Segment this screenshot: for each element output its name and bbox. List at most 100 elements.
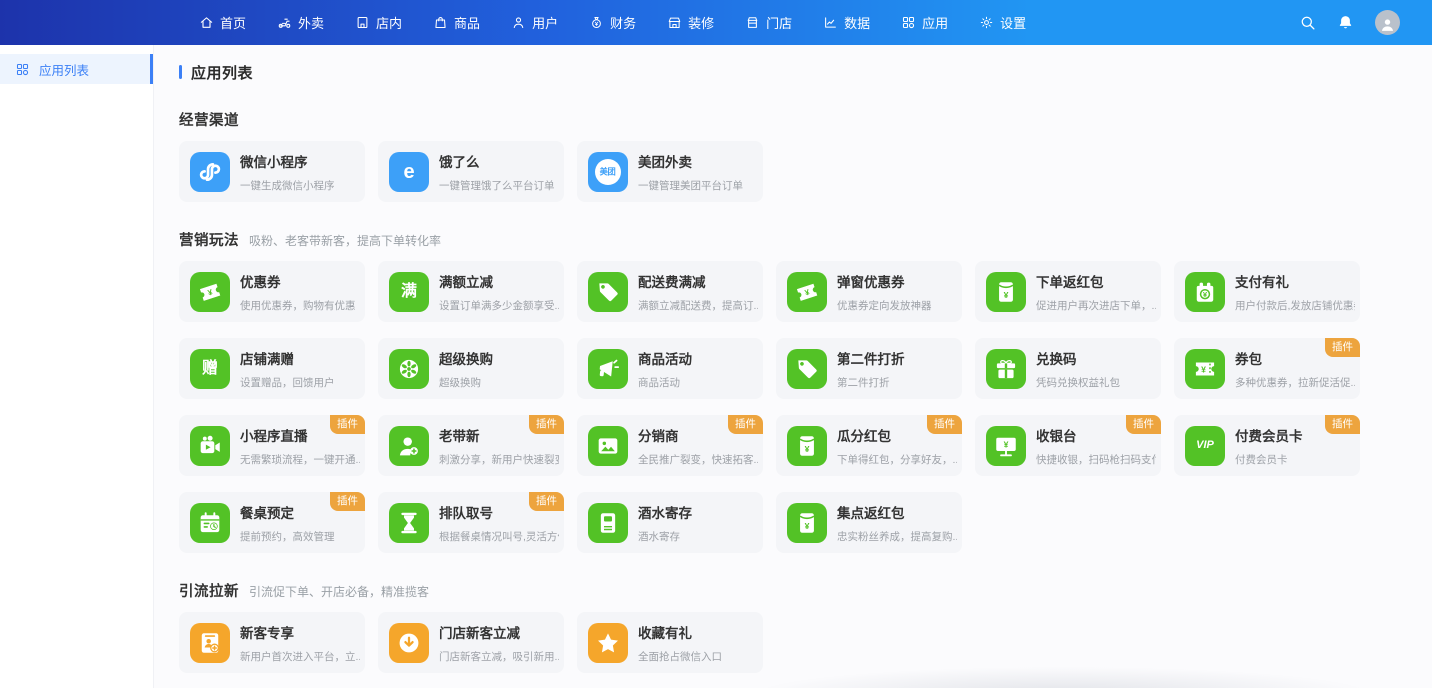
sidebar-item-app-list[interactable]: 应用列表 (0, 54, 153, 84)
ticket-pack-icon: ¥ (1185, 349, 1225, 389)
card-desc: 根据餐桌情况叫号,灵活方便 (439, 529, 559, 544)
nav-item-label: 数据 (844, 13, 870, 32)
app-card[interactable]: VIP付费会员卡付费会员卡插件 (1174, 415, 1360, 476)
app-card[interactable]: ¥收银台快捷收银，扫码枪扫码支付插件 (975, 415, 1161, 476)
title-accent-bar (179, 65, 182, 79)
app-card[interactable]: 排队取号根据餐桌情况叫号,灵活方便插件 (378, 492, 564, 553)
app-card[interactable]: 餐桌预定提前预约，高效管理插件 (179, 492, 365, 553)
card-desc: 第二件打折 (837, 375, 905, 390)
nav-item-home[interactable]: 首页 (199, 13, 246, 32)
app-card[interactable]: 超级换购超级换购 (378, 338, 564, 399)
svg-text:¥: ¥ (1201, 364, 1206, 374)
locker-icon (588, 503, 628, 543)
app-card[interactable]: ¥券包多种优惠券，拉新促活促...插件 (1174, 338, 1360, 399)
card-text: 店铺满赠设置赠品，回馈用户 (240, 348, 339, 390)
nav-item-settings[interactable]: 设置 (979, 13, 1026, 32)
meituan-circle: 美团 (595, 159, 621, 185)
nav-item-data[interactable]: 数据 (823, 13, 870, 32)
card-desc: 酒水寄存 (638, 529, 692, 544)
card-text: 弹窗优惠券优惠券定向发放神器 (837, 271, 936, 313)
home-icon (199, 15, 214, 30)
nav-item-apps[interactable]: 应用 (901, 13, 948, 32)
app-card[interactable]: 赠店铺满赠设置赠品，回馈用户 (179, 338, 365, 399)
card-text: 满额立减设置订单满多少金额享受... (439, 271, 563, 313)
card-desc: 设置赠品，回馈用户 (240, 375, 335, 390)
app-card[interactable]: 美团美团外卖一键管理美团平台订单 (577, 141, 763, 202)
app-card[interactable]: 满满额立减设置订单满多少金额享受... (378, 261, 564, 322)
app-card[interactable]: 配送费满减满额立减配送费，提高订... (577, 261, 763, 322)
app-card[interactable]: ¥集点返红包忠实粉丝养成，提高复购... (776, 492, 962, 553)
card-desc: 一键生成微信小程序 (240, 178, 335, 193)
card-title: 下单返红包 (1036, 271, 1156, 291)
card-desc: 多种优惠券，拉新促活促... (1235, 375, 1355, 390)
top-nav-menu: 首页 外卖 店内 商品 用户 财务 装修 门店 数据 应用 设置 (199, 13, 1026, 32)
app-card[interactable]: 兑换码凭码兑换权益礼包 (975, 338, 1161, 399)
card-desc: 用户付款后,发放店铺优惠券 (1235, 298, 1355, 313)
nav-item-takeout[interactable]: 外卖 (277, 13, 324, 32)
card-desc: 门店新客立减，吸引新用... (439, 649, 559, 664)
app-card[interactable]: 收藏有礼全面抢占微信入口 (577, 612, 763, 673)
card-title: 优惠券 (240, 271, 356, 291)
card-title: 酒水寄存 (638, 502, 692, 522)
svg-text:¥: ¥ (805, 444, 810, 454)
card-title: 商品活动 (638, 348, 692, 368)
card-desc: 提前预约，高效管理 (240, 529, 335, 544)
card-title: 店铺满赠 (240, 348, 335, 368)
sidebar-item-label: 应用列表 (39, 60, 89, 79)
nav-item-label: 用户 (532, 13, 558, 32)
app-card[interactable]: ¥下单返红包促进用户再次进店下单，... (975, 261, 1161, 322)
app-card[interactable]: ¥优惠券使用优惠券，购物有优惠 (179, 261, 365, 322)
app-card[interactable]: 分销商全民推广裂变，快速拓客...插件 (577, 415, 763, 476)
app-card[interactable]: 小程序直播无需繁琐流程，一键开通...插件 (179, 415, 365, 476)
nav-item-goods[interactable]: 商品 (433, 13, 480, 32)
page-title: 应用列表 (179, 62, 1432, 82)
card-title: 满额立减 (439, 271, 559, 291)
card-desc: 快捷收银，扫码枪扫码支付 (1036, 452, 1156, 467)
badge-down-icon (389, 623, 429, 663)
red-envelope-icon: ¥ (787, 426, 827, 466)
app-card[interactable]: ¥弹窗优惠券优惠券定向发放神器 (776, 261, 962, 322)
nav-item-decorate[interactable]: 装修 (667, 13, 714, 32)
app-card[interactable]: e饿了么一键管理饿了么平台订单 (378, 141, 564, 202)
card-desc: 凭码兑换权益礼包 (1036, 375, 1120, 390)
card-desc: 付费会员卡 (1235, 452, 1303, 467)
card-text: 酒水寄存酒水寄存 (638, 502, 696, 544)
goods-icon (433, 15, 448, 30)
eleme-glyph: e (403, 162, 414, 182)
app-card[interactable]: 第二件打折第二件打折 (776, 338, 962, 399)
card-desc: 全民推广裂变，快速拓客... (638, 452, 758, 467)
nav-item-store[interactable]: 门店 (745, 13, 792, 32)
app-card[interactable]: ¥支付有礼用户付款后,发放店铺优惠券 (1174, 261, 1360, 322)
plugin-badge: 插件 (1325, 338, 1360, 357)
card-desc: 使用优惠券，购物有优惠 (240, 298, 356, 313)
user-icon (511, 15, 526, 30)
app-card[interactable]: 微信小程序一键生成微信小程序 (179, 141, 365, 202)
card-text: 新客专享新用户首次进入平台，立... (240, 622, 364, 664)
nav-item-user[interactable]: 用户 (511, 13, 558, 32)
app-card[interactable]: 老带新刺激分享，新用户快速裂变插件 (378, 415, 564, 476)
nav-item-finance[interactable]: 财务 (589, 13, 636, 32)
calendar-clock-icon (190, 503, 230, 543)
notification-bell-icon[interactable] (1337, 14, 1354, 31)
section-subtitle: 吸粉、老客带新客，提高下单转化率 (249, 232, 441, 249)
takeout-icon (277, 15, 292, 30)
app-card[interactable]: 门店新客立减门店新客立减，吸引新用... (378, 612, 564, 673)
app-card[interactable]: 商品活动商品活动 (577, 338, 763, 399)
nav-item-in-store[interactable]: 店内 (355, 13, 402, 32)
plugin-badge: 插件 (330, 415, 365, 434)
card-text: 支付有礼用户付款后,发放店铺优惠券 (1235, 271, 1359, 313)
card-text: 优惠券使用优惠券，购物有优惠 (240, 271, 360, 313)
apps-icon (901, 15, 916, 30)
user-avatar[interactable] (1375, 10, 1400, 35)
search-icon[interactable] (1299, 14, 1316, 31)
card-desc: 超级换购 (439, 375, 493, 390)
section-header: 营销玩法吸粉、老客带新客，提高下单转化率 (179, 229, 1432, 249)
card-title: 配送费满减 (638, 271, 758, 291)
app-card[interactable]: 新客专享新用户首次进入平台，立... (179, 612, 365, 673)
card-desc: 忠实粉丝养成，提高复购... (837, 529, 957, 544)
settings-icon (979, 15, 994, 30)
nav-item-label: 门店 (766, 13, 792, 32)
app-card[interactable]: ¥瓜分红包下单得红包，分享好友，...插件 (776, 415, 962, 476)
app-card[interactable]: 酒水寄存酒水寄存 (577, 492, 763, 553)
card-desc: 设置订单满多少金额享受... (439, 298, 559, 313)
